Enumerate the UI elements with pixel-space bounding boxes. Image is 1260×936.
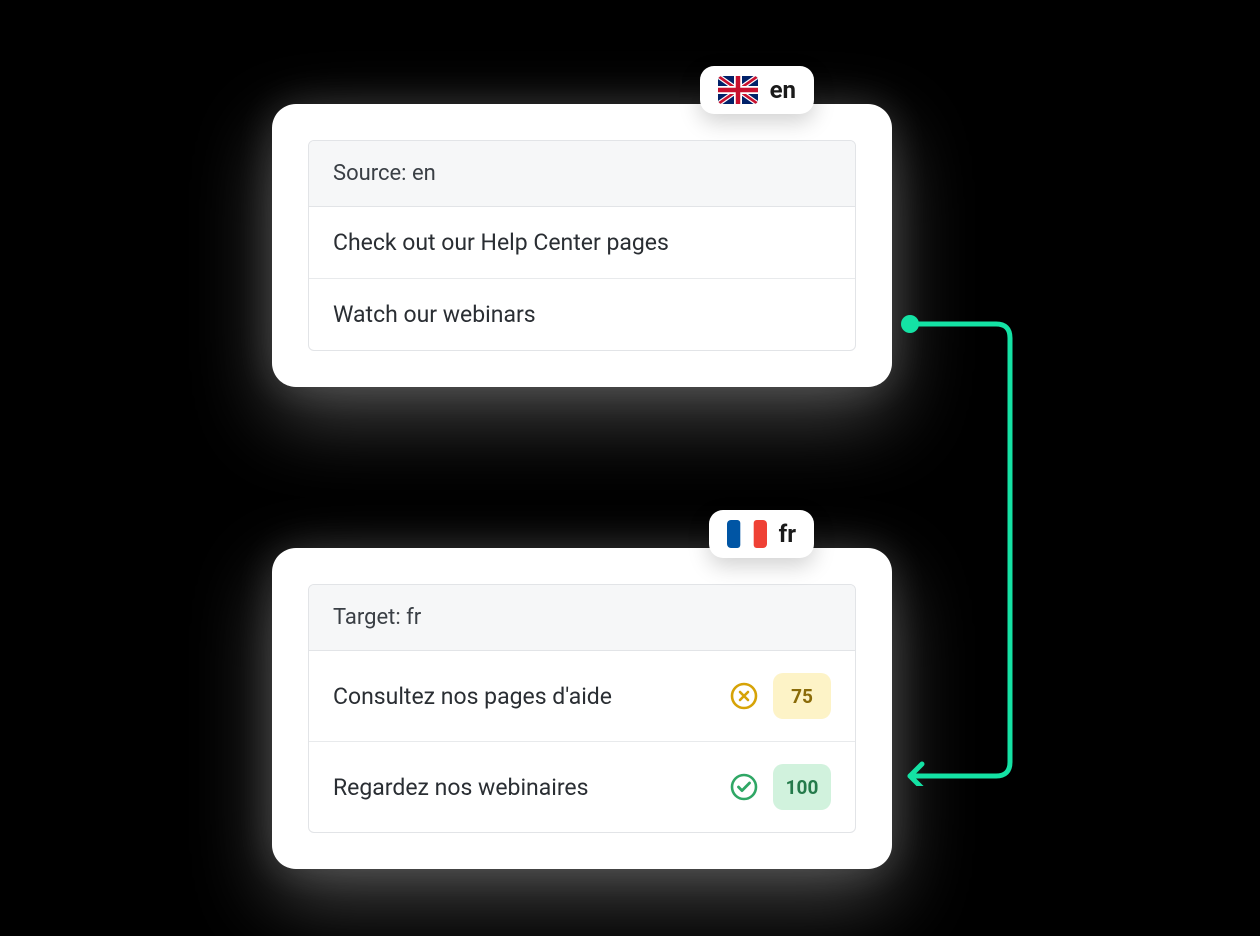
target-row-text: Consultez nos pages d'aide [333, 683, 713, 710]
source-lang-label: en [770, 76, 796, 104]
table-row[interactable]: Watch our webinars [309, 279, 855, 350]
source-card: en Source: en Check out our Help Center … [272, 104, 892, 387]
source-row-text: Check out our Help Center pages [333, 229, 831, 256]
target-table-header: Target: fr [309, 585, 855, 651]
source-table: Source: en Check out our Help Center pag… [308, 140, 856, 351]
table-row[interactable]: Check out our Help Center pages [309, 207, 855, 279]
table-row[interactable]: Consultez nos pages d'aide 75 [309, 651, 855, 742]
score-badge: 100 [773, 764, 831, 810]
warning-icon [729, 681, 759, 711]
target-row-text: Regardez nos webinaires [333, 774, 713, 801]
source-lang-badge: en [700, 66, 814, 114]
connector-arrow-icon [892, 314, 1022, 786]
score-badge: 75 [773, 673, 831, 719]
row-meta: 100 [729, 764, 831, 810]
table-row[interactable]: Regardez nos webinaires 100 [309, 742, 855, 832]
row-meta: 75 [729, 673, 831, 719]
source-table-header: Source: en [309, 141, 855, 207]
source-row-text: Watch our webinars [333, 301, 831, 328]
target-lang-badge: fr [709, 510, 814, 558]
target-table: Target: fr Consultez nos pages d'aide 75… [308, 584, 856, 833]
uk-flag-icon [718, 76, 758, 104]
france-flag-icon [727, 520, 767, 548]
check-circle-icon [729, 772, 759, 802]
target-lang-label: fr [779, 520, 796, 548]
target-card: fr Target: fr Consultez nos pages d'aide… [272, 548, 892, 869]
